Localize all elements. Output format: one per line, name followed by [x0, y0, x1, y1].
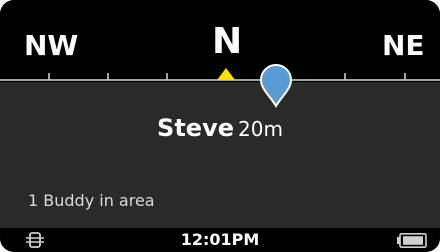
buddy-count: 1 Buddy in area: [28, 191, 155, 210]
direction-label-n: N: [212, 21, 243, 62]
compass-strip: [0, 64, 440, 108]
direction-label-nw: NW: [24, 29, 79, 62]
status-time: 12:01PM: [180, 230, 260, 249]
buddy-location-pin-icon[interactable]: [259, 64, 293, 108]
direction-label-ne: NE: [382, 29, 425, 62]
buddy-label[interactable]: Steve 20m: [0, 116, 440, 140]
status-bar: 12:01PM: [0, 228, 440, 252]
heading-marker-icon: [217, 68, 235, 80]
device-screen: NW N NE Steve 20m 1 Buddy in area 12:01PM: [0, 0, 440, 252]
buddy-name: Steve: [157, 114, 235, 142]
buddy-distance: 20m: [238, 117, 283, 141]
battery-icon: [397, 233, 427, 248]
